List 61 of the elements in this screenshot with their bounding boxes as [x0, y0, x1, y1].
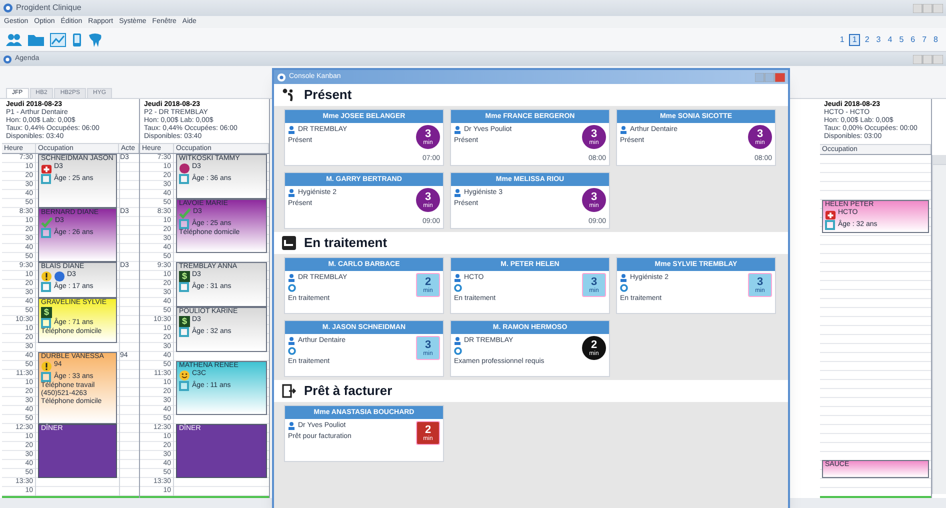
- person-icon: [454, 274, 461, 282]
- page-link[interactable]: 5: [897, 34, 906, 44]
- money-icon: $: [41, 307, 52, 318]
- window-controls-icon[interactable]: [755, 72, 785, 82]
- person-icon: [288, 422, 295, 430]
- section-title: Présent: [304, 86, 352, 104]
- section-title: Prêt à facturer: [304, 382, 392, 400]
- smiley-icon: [179, 370, 190, 381]
- person-icon: [454, 126, 461, 134]
- app-logo-icon: [277, 72, 286, 82]
- empty-square-icon: [41, 174, 51, 184]
- person-icon: [288, 274, 295, 282]
- page-link[interactable]: 1: [838, 34, 846, 44]
- page-link[interactable]: 7: [920, 34, 929, 44]
- tooth-icon[interactable]: [88, 32, 102, 46]
- phone-icon[interactable]: [72, 32, 82, 46]
- empty-square-icon: [41, 228, 51, 238]
- person-icon: [454, 336, 461, 344]
- empty-square-icon: [179, 327, 189, 337]
- page-link[interactable]: 6: [908, 34, 918, 44]
- person-icon: [620, 126, 627, 134]
- page-link[interactable]: 3: [874, 34, 883, 44]
- chart-icon[interactable]: [50, 32, 66, 46]
- empty-square-icon: [179, 282, 189, 292]
- empty-square-icon: [179, 219, 189, 229]
- money-icon: $: [179, 316, 190, 327]
- ring-icon: [454, 284, 462, 292]
- ring-icon: [620, 284, 628, 292]
- ring-icon: [288, 347, 296, 355]
- page-link[interactable]: 1: [849, 34, 860, 46]
- folder-icon[interactable]: [28, 32, 44, 46]
- ring-icon: [288, 284, 296, 292]
- empty-square-icon: [825, 220, 835, 230]
- exit-icon: [282, 384, 296, 398]
- money-icon: $: [179, 271, 190, 282]
- person-icon: [288, 126, 295, 134]
- warning-icon: [41, 271, 52, 282]
- checkmark-icon: [41, 217, 53, 228]
- first-aid-kit-icon: [825, 209, 836, 220]
- ring-icon: [454, 347, 462, 355]
- scrollbar[interactable]: [932, 155, 946, 494]
- people-icon[interactable]: [6, 32, 22, 46]
- warning-icon: [41, 361, 52, 372]
- empty-square-icon: [179, 381, 189, 391]
- person-icon: [454, 188, 461, 196]
- empty-square-icon: [41, 318, 51, 328]
- app-logo-icon: [3, 3, 13, 13]
- window-title: Progident Clinique: [16, 2, 82, 14]
- app-logo-icon: [3, 54, 12, 64]
- page-link[interactable]: 8: [932, 34, 940, 44]
- section-title: En traitement: [304, 234, 388, 252]
- checkmark-icon: [179, 208, 191, 219]
- empty-square-icon: [179, 174, 189, 184]
- person-icon: [288, 188, 295, 196]
- empty-square-icon: [41, 372, 51, 382]
- empty-square-icon: [41, 282, 51, 292]
- person-icon: [620, 274, 627, 282]
- first-aid-kit-icon: [41, 163, 52, 174]
- page-link[interactable]: 4: [886, 34, 894, 44]
- page-link[interactable]: 2: [862, 34, 872, 44]
- person-icon: [288, 336, 295, 344]
